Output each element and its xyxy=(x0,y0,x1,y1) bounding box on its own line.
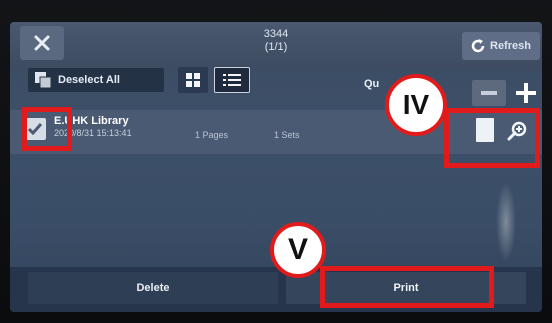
minus-icon xyxy=(481,91,497,95)
annotation-box-print xyxy=(320,266,494,308)
deselect-icon xyxy=(35,72,52,89)
quantity-plus-button[interactable] xyxy=(510,80,542,106)
plus-icon xyxy=(516,83,536,103)
callout-v: V xyxy=(270,222,326,278)
delete-button[interactable]: Delete xyxy=(28,272,278,304)
quantity-minus-button[interactable] xyxy=(472,80,506,106)
deselect-all-button[interactable]: Deselect All xyxy=(28,68,164,92)
grid-view-icon xyxy=(186,73,200,87)
refresh-icon xyxy=(471,39,485,53)
refresh-label: Refresh xyxy=(490,40,531,52)
list-view-button[interactable] xyxy=(214,67,250,93)
list-view-icon xyxy=(223,74,241,86)
grid-view-button[interactable] xyxy=(178,67,208,93)
callout-iv: IV xyxy=(385,74,447,136)
deselect-all-label: Deselect All xyxy=(58,74,120,86)
annotation-box-preview xyxy=(444,108,540,168)
screen-glare xyxy=(496,182,516,262)
refresh-button[interactable]: Refresh xyxy=(462,32,540,60)
quantity-label: Qu xyxy=(364,78,380,90)
job-pages: 1 Pages xyxy=(195,130,229,140)
annotation-box-checkbox xyxy=(22,107,72,151)
job-sets: 1 Sets xyxy=(274,130,300,140)
